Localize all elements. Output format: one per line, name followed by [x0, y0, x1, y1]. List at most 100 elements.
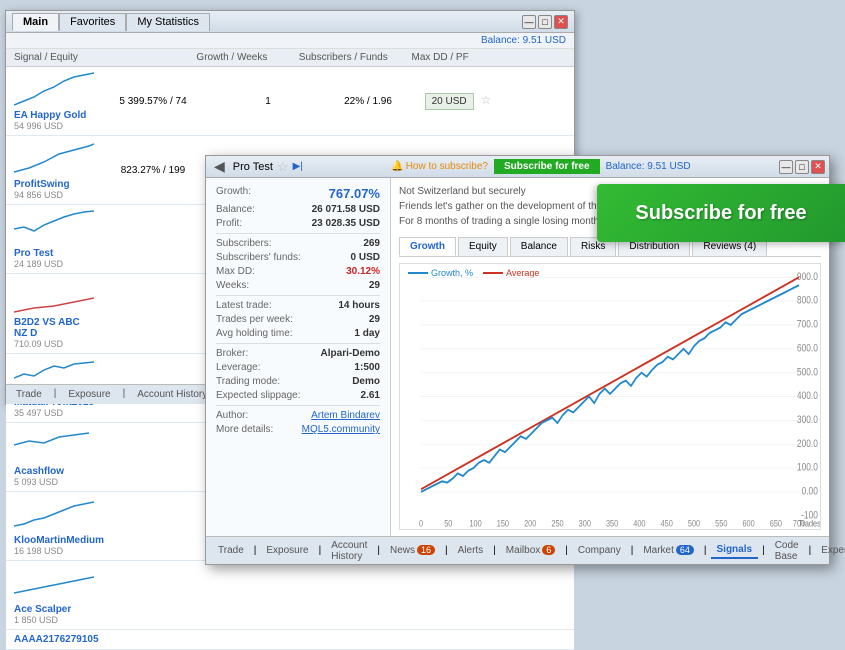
signal-indicator: ▶|	[293, 161, 303, 172]
question-icon: 🔔	[391, 161, 403, 172]
btab-alerts[interactable]: Alerts	[452, 543, 490, 558]
bottom-tab-exposure[interactable]: Exposure	[64, 388, 114, 401]
signal-usd: 710.09 USD	[14, 339, 88, 349]
signal-info: KlooMartinMedium 16 198 USD	[14, 496, 88, 556]
bottom-tab-account-history[interactable]: Account History	[133, 388, 211, 401]
btab-exposure[interactable]: Exposure	[260, 543, 314, 558]
growth-chart: 900.0 800.0 700.0 600.0 500.0 400.0 300.…	[400, 264, 820, 529]
col-maxdd-header: Max DD / PF	[392, 52, 489, 63]
btab-experts[interactable]: Experts	[815, 543, 845, 558]
window-title: Pro Test	[233, 161, 273, 173]
svg-text:50: 50	[444, 517, 452, 528]
tab-main[interactable]: Main	[12, 13, 59, 31]
col-signal-header: Signal / Equity	[14, 52, 169, 63]
maximize-button[interactable]: □	[538, 15, 552, 29]
svg-text:0.00: 0.00	[802, 486, 818, 498]
close-button-front[interactable]: ✕	[811, 160, 825, 174]
bottom-tab-trade[interactable]: Trade	[12, 388, 46, 401]
signal-name[interactable]: Acashflow	[14, 466, 88, 477]
signal-usd: 16 198 USD	[14, 546, 88, 556]
sparkline-chart	[14, 427, 94, 463]
signal-growth: 5 399.57% / 74	[88, 96, 218, 107]
signal-name[interactable]: Pro Test	[14, 248, 88, 259]
chart-tab-growth[interactable]: Growth	[399, 237, 456, 256]
signal-info: Ace Scalper 1 850 USD	[14, 565, 88, 625]
price-button[interactable]: 20 USD	[425, 93, 474, 110]
tab-my-statistics[interactable]: My Statistics	[126, 13, 210, 31]
svg-text:400.0: 400.0	[797, 390, 818, 402]
svg-text:700.0: 700.0	[797, 319, 818, 331]
svg-text:450: 450	[661, 517, 674, 528]
btab-market[interactable]: Market64	[637, 543, 700, 558]
chart-area: Growth, % Average 900.0 800.0 700.0 600.…	[399, 263, 821, 530]
signal-name[interactable]: EA Happy Gold	[14, 110, 88, 121]
title-left: ◀ Pro Test ☆ ▶|	[210, 158, 303, 175]
stat-broker: Broker: Alpari-Demo	[216, 348, 380, 359]
signal-maxdd: 22% / 1.96	[318, 96, 418, 107]
bottom-tabs-front: Trade | Exposure | Account History | New…	[206, 536, 829, 564]
signal-info: B2D2 VS ABC NZ D 710.09 USD	[14, 278, 88, 349]
stat-weeks: Weeks: 29	[216, 280, 380, 291]
stat-balance: Balance: 26 071.58 USD	[216, 204, 380, 215]
window-controls-front: — □ ✕	[779, 160, 825, 174]
svg-text:600.0: 600.0	[797, 343, 818, 355]
signal-usd: 94 856 USD	[14, 190, 88, 200]
star-icon[interactable]: ☆	[481, 93, 492, 107]
stat-profit: Profit: 23 028.35 USD	[216, 218, 380, 229]
stat-trades-per-week: Trades per week: 29	[216, 314, 380, 325]
svg-text:550: 550	[715, 517, 728, 528]
btab-trade[interactable]: Trade	[212, 543, 250, 558]
tab-favorites[interactable]: Favorites	[59, 13, 126, 31]
signal-info: ProfitSwing 94 856 USD	[14, 140, 88, 200]
svg-text:150: 150	[497, 517, 510, 528]
svg-text:500.0: 500.0	[797, 366, 818, 378]
stat-growth: Growth: 767.07%	[216, 186, 380, 201]
stat-avg-holding: Avg holding time: 1 day	[216, 328, 380, 339]
chart-tab-balance[interactable]: Balance	[510, 237, 568, 256]
signal-name[interactable]: AAAA2176279105	[14, 634, 88, 645]
svg-text:100: 100	[469, 517, 482, 528]
table-row: EA Happy Gold 54 996 USD 5 399.57% / 74 …	[6, 67, 574, 136]
svg-text:300: 300	[579, 517, 592, 528]
table-row: Ace Scalper 1 850 USD	[6, 561, 574, 630]
minimize-button-front[interactable]: —	[779, 160, 793, 174]
svg-text:200.0: 200.0	[797, 438, 818, 450]
svg-text:400: 400	[633, 517, 646, 528]
signal-growth: 823.27% / 199	[88, 165, 218, 176]
back-arrow-button[interactable]: ◀	[210, 158, 229, 175]
maximize-button-front[interactable]: □	[795, 160, 809, 174]
btab-news[interactable]: News16	[384, 543, 441, 558]
close-button[interactable]: ✕	[554, 15, 568, 29]
divider	[216, 295, 380, 296]
btab-account-history[interactable]: Account History	[325, 538, 373, 564]
sparkline-chart	[14, 278, 94, 314]
star-icon[interactable]: ☆	[277, 159, 289, 175]
signal-name[interactable]: ProfitSwing	[14, 179, 88, 190]
chart-tab-equity[interactable]: Equity	[458, 237, 508, 256]
minimize-button[interactable]: —	[522, 15, 536, 29]
btab-mailbox[interactable]: Mailbox6	[500, 543, 561, 558]
svg-text:350: 350	[606, 517, 619, 528]
back-title-bar: Main Favorites My Statistics — □ ✕	[6, 11, 574, 33]
how-to-link[interactable]: 🔔 How to subscribe?	[391, 161, 488, 172]
table-header: Signal / Equity Growth / Weeks Subscribe…	[6, 49, 574, 67]
divider	[216, 343, 380, 344]
signal-name[interactable]: KlooMartinMedium	[14, 535, 88, 546]
subscribe-overlay[interactable]: Subscribe for free	[597, 184, 845, 242]
signal-name[interactable]: B2D2 VS ABC NZ D	[14, 317, 88, 339]
stat-author: Author: Artem Bindarev	[216, 410, 380, 421]
subscribe-overlay-text: Subscribe for free	[635, 202, 806, 225]
btab-signals[interactable]: Signals	[711, 542, 759, 559]
stat-latest-trade: Latest trade: 14 hours	[216, 300, 380, 311]
col-subs-header: Subscribers / Funds	[295, 52, 392, 63]
signal-info: Pro Test 24 189 USD	[14, 209, 88, 269]
btab-company[interactable]: Company	[572, 543, 627, 558]
col-growth-header: Growth / Weeks	[169, 52, 295, 63]
svg-text:500: 500	[688, 517, 701, 528]
svg-text:200: 200	[524, 517, 537, 528]
subscribe-button-header[interactable]: Subscribe for free	[494, 159, 600, 174]
btab-code-base[interactable]: Code Base	[769, 538, 805, 564]
sparkline-chart	[14, 209, 94, 245]
stat-subfunds: Subscribers' funds: 0 USD	[216, 252, 380, 263]
stats-panel: Growth: 767.07% Balance: 26 071.58 USD P…	[206, 178, 391, 536]
